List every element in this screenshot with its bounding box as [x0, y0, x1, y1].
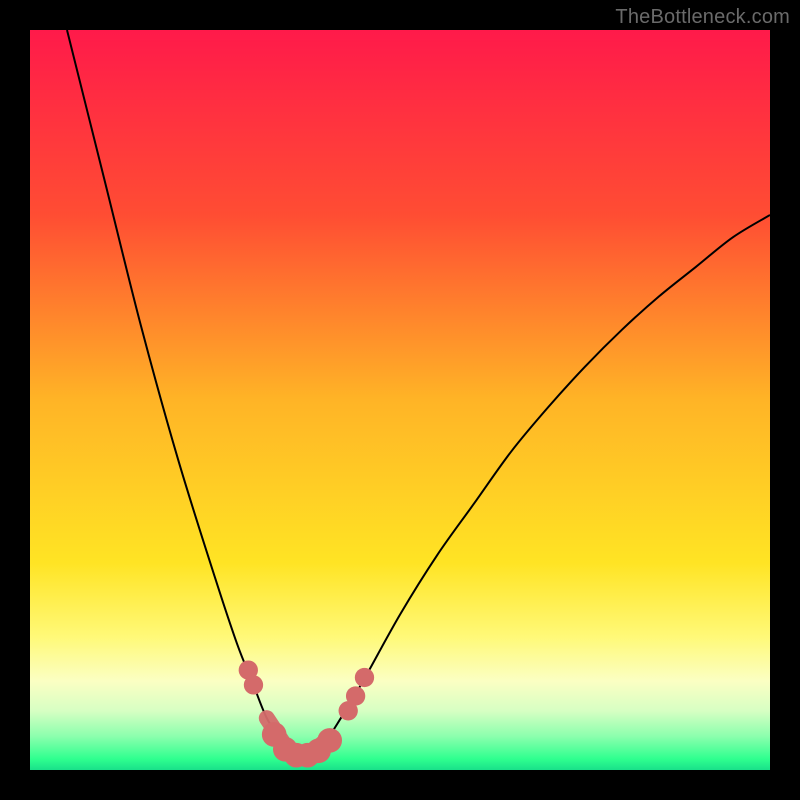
curve-marker	[317, 728, 342, 753]
curve-marker	[355, 668, 374, 687]
chart-frame: TheBottleneck.com	[0, 0, 800, 800]
curve-marker	[346, 686, 365, 705]
bottleneck-chart	[30, 30, 770, 770]
watermark-text: TheBottleneck.com	[615, 6, 790, 29]
curve-marker	[244, 675, 263, 694]
heat-gradient-background	[30, 30, 770, 770]
plot-area	[30, 30, 770, 770]
